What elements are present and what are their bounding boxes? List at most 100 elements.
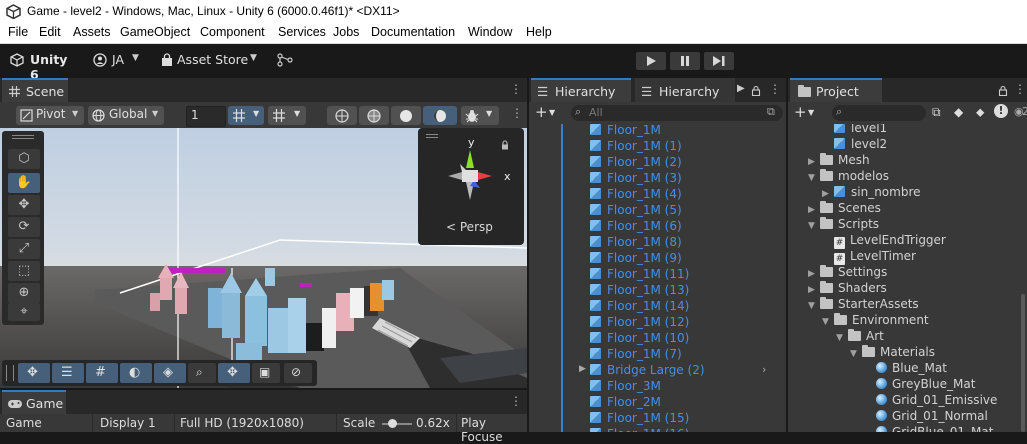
pivot-dropdown[interactable]: Pivot ▼ <box>16 106 84 125</box>
hierarchy-row[interactable]: Floor_1M (10) <box>590 330 689 346</box>
menu-edit[interactable]: Edit <box>39 25 61 39</box>
drag-handle-icon[interactable] <box>12 135 34 139</box>
grid-size-field[interactable]: 1 <box>186 106 226 127</box>
global-dropdown[interactable]: Global ▼ <box>88 106 164 125</box>
project-row[interactable]: ▶ Shaders <box>808 280 887 296</box>
chevron-down-icon[interactable]: ▼ <box>549 108 555 117</box>
more-options-icon[interactable]: ⋮ <box>1014 82 1026 96</box>
hierarchy-row[interactable]: Floor_1M (8) <box>590 234 682 250</box>
tab-game[interactable]: Game <box>2 390 66 416</box>
debug-mode-dropdown[interactable]: ▼ <box>461 106 499 125</box>
unity-version-button[interactable]: Unity 6 <box>6 50 76 82</box>
project-row[interactable]: ▶ Scenes <box>808 200 881 216</box>
expand-arrow-icon[interactable]: ▶ <box>579 364 586 374</box>
project-row[interactable]: Grid_01_Normal <box>864 408 988 424</box>
expanded-arrow-icon[interactable]: ▼ <box>822 314 834 330</box>
filter-by-type-icon[interactable]: ◆ <box>954 105 963 119</box>
expanded-arrow-icon[interactable]: ▼ <box>808 170 820 186</box>
scale-slider[interactable] <box>382 419 412 428</box>
increment-snap-toggle[interactable]: ▼ <box>268 106 306 125</box>
resolution-dropdown[interactable]: Full HD (1920x1080) <box>178 414 337 432</box>
hierarchy-row[interactable]: Floor_1M (14) <box>590 298 689 314</box>
hierarchy-search-field[interactable]: ⌕ All ⧉ <box>571 105 783 121</box>
tab-hierarchy-1[interactable]: ☰ Hierarchy <box>531 78 631 104</box>
grid-snap-toggle[interactable]: ▼ <box>228 106 264 125</box>
asset-store-button[interactable]: Asset Store ▼ <box>157 50 262 70</box>
chevron-right-icon[interactable]: ▶ <box>737 83 745 94</box>
tab-project[interactable]: Project <box>790 78 882 104</box>
orientation-gizmo[interactable]: y x < Persp <box>418 128 524 245</box>
hierarchy-row[interactable]: Floor_2M <box>590 394 661 410</box>
custom-tool-button[interactable]: ⌖ <box>8 303 40 321</box>
rotate-tool-button[interactable]: ⟳ <box>8 217 40 237</box>
overlay-settings-button[interactable]: ☰ <box>52 363 84 383</box>
search-by-type-icon[interactable]: ⧉ <box>932 105 941 120</box>
project-row[interactable]: ▼ modelos <box>808 168 889 184</box>
tab-hierarchy-2[interactable]: ☰ Hierarchy <box>635 78 735 104</box>
lock-icon[interactable] <box>998 85 1008 96</box>
overlay-move-pivot-button[interactable]: ✥ <box>218 363 250 383</box>
project-row[interactable]: Grid_01_Emissive <box>864 392 997 408</box>
menu-file[interactable]: File <box>8 25 28 39</box>
expanded-arrow-icon[interactable]: ▼ <box>808 218 820 234</box>
shaded-wireframe-button[interactable] <box>359 106 389 125</box>
move-tool-button[interactable]: ✥ <box>8 195 40 215</box>
expanded-arrow-icon[interactable]: ▼ <box>808 298 820 314</box>
display-dropdown[interactable]: Display 1 <box>96 414 175 432</box>
hierarchy-row[interactable]: Floor_3M <box>590 378 661 394</box>
drag-handle-icon[interactable] <box>426 134 438 138</box>
menu-window[interactable]: Window <box>468 25 512 39</box>
project-row[interactable]: ▶ sin_nombre <box>822 184 921 200</box>
lighting-button[interactable] <box>423 106 457 125</box>
hierarchy-row[interactable]: Floor_1M (7) <box>590 346 682 362</box>
persp-label[interactable]: < Persp <box>446 220 493 234</box>
hierarchy-row[interactable]: Floor_1M (12) <box>590 314 689 330</box>
project-row[interactable]: GreyBlue_Mat <box>864 376 975 392</box>
view-tool-button[interactable]: ⬡ <box>8 149 40 169</box>
hierarchy-row[interactable]: Floor_1M (5) <box>590 202 682 218</box>
more-options-icon[interactable]: ⋮ <box>769 82 781 96</box>
overlay-move-button[interactable]: ✥ <box>18 363 50 383</box>
version-control-icon[interactable] <box>277 53 293 67</box>
label-icon[interactable]: ⬥ <box>976 105 984 120</box>
game-mode-dropdown[interactable]: Game <box>0 414 93 432</box>
hierarchy-row[interactable]: Floor_1M (4) <box>590 186 682 202</box>
menu-gameobject[interactable]: GameObject <box>120 25 190 39</box>
project-row[interactable]: ▼ StarterAssets <box>808 296 919 312</box>
project-row[interactable]: GridBlue_01_Mat <box>864 424 993 432</box>
project-row[interactable]: ▶ Settings <box>808 264 887 280</box>
tab-scene[interactable]: Scene <box>2 78 68 104</box>
project-row[interactable]: level1 <box>822 124 887 136</box>
menu-documentation[interactable]: Documentation <box>371 25 455 39</box>
chevron-down-icon[interactable]: ▼ <box>808 108 814 117</box>
more-options-icon[interactable]: ⋮ <box>510 82 522 96</box>
expanded-arrow-icon[interactable]: ▼ <box>836 330 848 346</box>
more-options-icon[interactable]: ⋮ <box>510 394 522 408</box>
project-row[interactable]: Blue_Mat <box>864 360 947 376</box>
hierarchy-row[interactable]: Floor_1M <box>590 124 661 138</box>
hierarchy-row[interactable]: Bridge Large (2) <box>590 362 705 378</box>
hierarchy-row[interactable]: Floor_1M (6) <box>590 218 682 234</box>
project-row[interactable]: # LevelEndTrigger <box>822 232 946 249</box>
hierarchy-row[interactable]: Floor_1M (3) <box>590 170 682 186</box>
transform-tool-button[interactable]: ⊕ <box>8 283 40 303</box>
menu-help[interactable]: Help <box>526 25 552 39</box>
project-row[interactable]: ▼ Art <box>836 328 884 344</box>
project-row[interactable]: ▼ Materials <box>850 344 935 360</box>
overlay-grid-button[interactable]: # <box>86 363 118 383</box>
account-button[interactable]: JA ▼ <box>90 50 145 70</box>
hierarchy-row[interactable]: Floor_1M (11) <box>590 266 689 282</box>
drag-handle-icon[interactable] <box>6 365 14 381</box>
add-icon[interactable]: + <box>535 103 548 121</box>
project-row[interactable]: ▼ Scripts <box>808 216 879 232</box>
warning-icon[interactable]: ! <box>994 104 1008 118</box>
project-row[interactable]: ▶ Mesh <box>808 152 870 168</box>
overlay-camera-button[interactable]: ▣ <box>252 363 280 383</box>
project-search-field[interactable]: ⌕ <box>832 105 926 121</box>
hierarchy-row[interactable]: Floor_1M (9) <box>590 250 682 266</box>
more-options-icon[interactable]: ⋮ <box>511 106 523 120</box>
overlay-search-button[interactable]: ⌕ <box>188 363 216 383</box>
menu-assets[interactable]: Assets <box>73 25 111 39</box>
menu-jobs[interactable]: Jobs <box>333 25 359 39</box>
overlay-lighting-button[interactable]: ◐ <box>120 363 152 383</box>
